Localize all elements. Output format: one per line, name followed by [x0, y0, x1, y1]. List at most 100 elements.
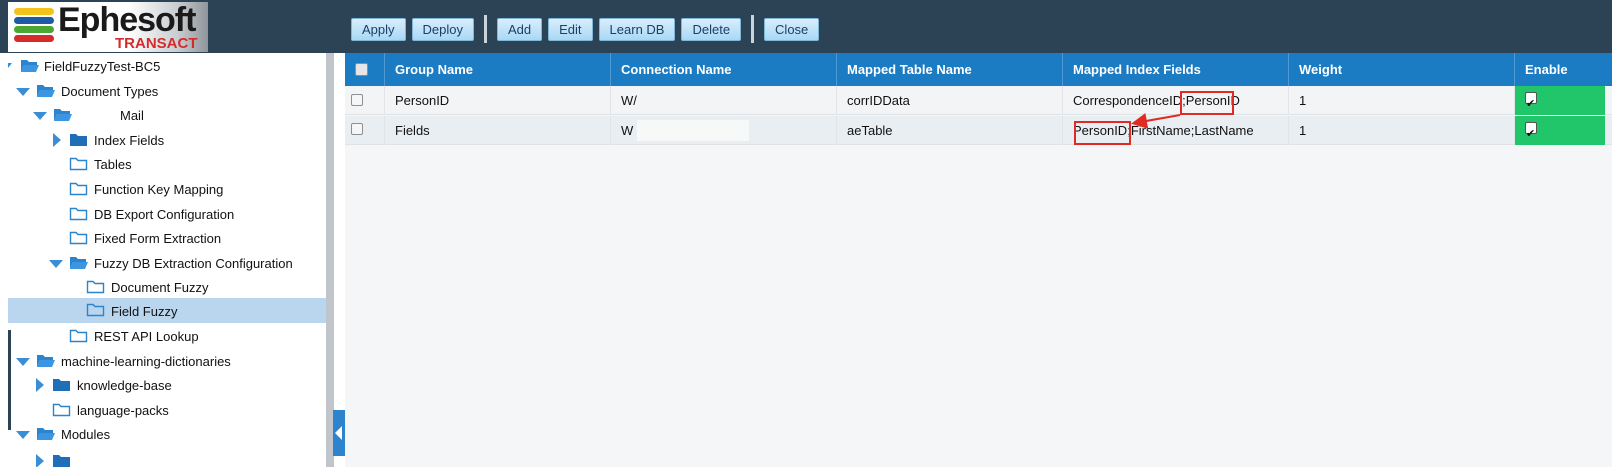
add-button[interactable]: Add: [497, 17, 543, 41]
logo-subtitle: TRANSACT: [115, 35, 198, 52]
chevron-right-icon[interactable]: [53, 133, 61, 147]
chevron-down-icon[interactable]: [8, 63, 12, 68]
toolbar: Apply Deploy Add Edit Learn DB Delete Cl…: [351, 15, 825, 43]
tree-item-function-key-mapping[interactable]: Function Key Mapping: [8, 177, 330, 202]
connection-name-text: W: [621, 123, 634, 138]
header-weight[interactable]: Weight: [1289, 53, 1515, 86]
tree-item-label: Document Types: [61, 84, 159, 99]
folder-outline-icon: [69, 182, 88, 196]
mapped-table-cell: aeTable: [837, 116, 1063, 145]
grid-header: Group Name Connection Name Mapped Table …: [345, 53, 1612, 86]
tree-item-language-packs[interactable]: language-packs: [8, 398, 330, 423]
apply-button[interactable]: Apply: [351, 17, 406, 41]
tree-item-fixed-form-extraction[interactable]: Fixed Form Extraction: [8, 226, 330, 251]
folder-icon: [70, 134, 87, 146]
navigation-tree: FieldFuzzyTest-BC5 Document Types Mail I…: [8, 53, 332, 467]
tree-item-rest-api-lookup[interactable]: REST API Lookup: [8, 324, 330, 349]
tree-item-label: FieldFuzzyTest-BC5: [44, 59, 161, 74]
folder-outline-icon: [69, 231, 88, 245]
chevron-down-icon[interactable]: [49, 260, 63, 268]
enable-cell: [1515, 116, 1605, 145]
mapped-table-cell: corrIDData: [837, 86, 1063, 115]
header-group-name[interactable]: Group Name: [385, 53, 611, 86]
tree-item-label: Fixed Form Extraction: [94, 231, 222, 246]
tree-item-label: Tables: [94, 157, 132, 172]
chevron-down-icon[interactable]: [16, 88, 30, 96]
tree-item-index-fields[interactable]: Index Fields: [8, 128, 330, 153]
table-row[interactable]: PersonID W/ corrIDData CorrespondenceID;…: [345, 86, 1612, 115]
tree-item-label: Modules: [61, 427, 111, 442]
enable-cell: [1515, 86, 1605, 115]
edit-button[interactable]: Edit: [548, 17, 593, 41]
fields-prefix: CorrespondenceID;: [1073, 93, 1186, 108]
chevron-down-icon[interactable]: [16, 358, 30, 366]
tree-item-mail[interactable]: Mail: [8, 103, 330, 128]
chevron-down-icon[interactable]: [16, 431, 30, 439]
redaction-block: [637, 120, 749, 141]
select-all-checkbox[interactable]: [355, 63, 368, 76]
tree-item-label: Field Fuzzy: [111, 304, 178, 319]
chevron-right-icon[interactable]: [36, 454, 44, 467]
row-checkbox[interactable]: [351, 123, 363, 135]
tree-item-label: REST API Lookup: [94, 329, 199, 344]
tree-item-fuzzy-db-extraction[interactable]: Fuzzy DB Extraction Configuration: [8, 251, 330, 276]
logo-bar: [14, 17, 54, 24]
tree-item-tables[interactable]: Tables: [8, 152, 330, 177]
tree-item-modules[interactable]: Modules: [8, 422, 330, 447]
group-name-cell: Fields: [385, 116, 611, 145]
folder-outline-icon: [69, 207, 88, 221]
tree-item-label: language-packs: [77, 403, 169, 418]
row-select-cell: [345, 116, 385, 145]
highlight-box-personid-row1: [1180, 91, 1234, 115]
tree-item-label: DB Export Configuration: [94, 207, 235, 222]
weight-cell: 1: [1289, 116, 1515, 145]
folder-icon: [53, 455, 70, 467]
highlight-box-personid-row2: [1074, 121, 1131, 145]
folder-outline-icon: [86, 303, 105, 317]
tree-item-field-fuzzy[interactable]: Field Fuzzy: [8, 298, 330, 323]
tree-item-partial[interactable]: [8, 447, 330, 467]
collapse-sidebar-button[interactable]: [333, 410, 345, 456]
learn-db-button[interactable]: Learn DB: [598, 17, 676, 41]
folder-open-icon: [21, 60, 39, 72]
tree-item-db-export-configuration[interactable]: DB Export Configuration: [8, 202, 330, 227]
tree-item-label: knowledge-base: [77, 378, 172, 393]
folder-open-icon: [54, 109, 72, 121]
tree-item-machine-learning-dictionaries[interactable]: machine-learning-dictionaries: [8, 349, 330, 374]
folder-outline-icon: [69, 329, 88, 343]
folder-outline-icon: [52, 403, 71, 417]
table-row[interactable]: Fields W aeTable PersonID;FirstName;Last…: [345, 116, 1612, 145]
folder-outline-icon: [69, 157, 88, 171]
folder-open-icon: [37, 85, 55, 97]
sidebar-scrollbar[interactable]: [326, 53, 334, 467]
enable-checkbox[interactable]: [1525, 89, 1537, 115]
mapping-grid: Group Name Connection Name Mapped Table …: [345, 53, 1612, 467]
folder-open-icon: [37, 428, 55, 440]
logo-bar: [14, 35, 54, 42]
tree-item-document-types[interactable]: Document Types: [8, 79, 330, 104]
enable-checkbox[interactable]: [1525, 119, 1537, 145]
delete-button[interactable]: Delete: [681, 17, 742, 41]
weight-cell: 1: [1289, 86, 1515, 115]
window-edge: [8, 330, 11, 430]
header-connection-name[interactable]: Connection Name: [611, 53, 837, 86]
deploy-button[interactable]: Deploy: [411, 17, 474, 41]
row-select-cell: [345, 86, 385, 115]
mapped-index-fields-cell: CorrespondenceID;PersonID: [1063, 86, 1289, 115]
tree-item-knowledge-base[interactable]: knowledge-base: [8, 373, 330, 398]
row-checkbox[interactable]: [351, 94, 363, 106]
folder-icon: [53, 379, 70, 391]
tree-item-batch-class[interactable]: FieldFuzzyTest-BC5: [8, 54, 330, 79]
header-mapped-index-fields[interactable]: Mapped Index Fields: [1063, 53, 1289, 86]
tree-item-document-fuzzy[interactable]: Document Fuzzy: [8, 275, 330, 300]
header-mapped-table-name[interactable]: Mapped Table Name: [837, 53, 1063, 86]
close-button[interactable]: Close: [764, 17, 820, 41]
scrollbar-thumb[interactable]: [326, 53, 334, 467]
chevron-down-icon[interactable]: [33, 112, 47, 120]
folder-open-icon: [70, 257, 88, 269]
fields-suffix: FirstName;LastName: [1130, 123, 1254, 138]
header-enable[interactable]: Enable: [1515, 53, 1605, 86]
folder-outline-icon: [86, 280, 105, 294]
chevron-right-icon[interactable]: [36, 378, 44, 392]
app-header: Ephesoft TRANSACT Apply Deploy Add Edit …: [0, 0, 1612, 53]
